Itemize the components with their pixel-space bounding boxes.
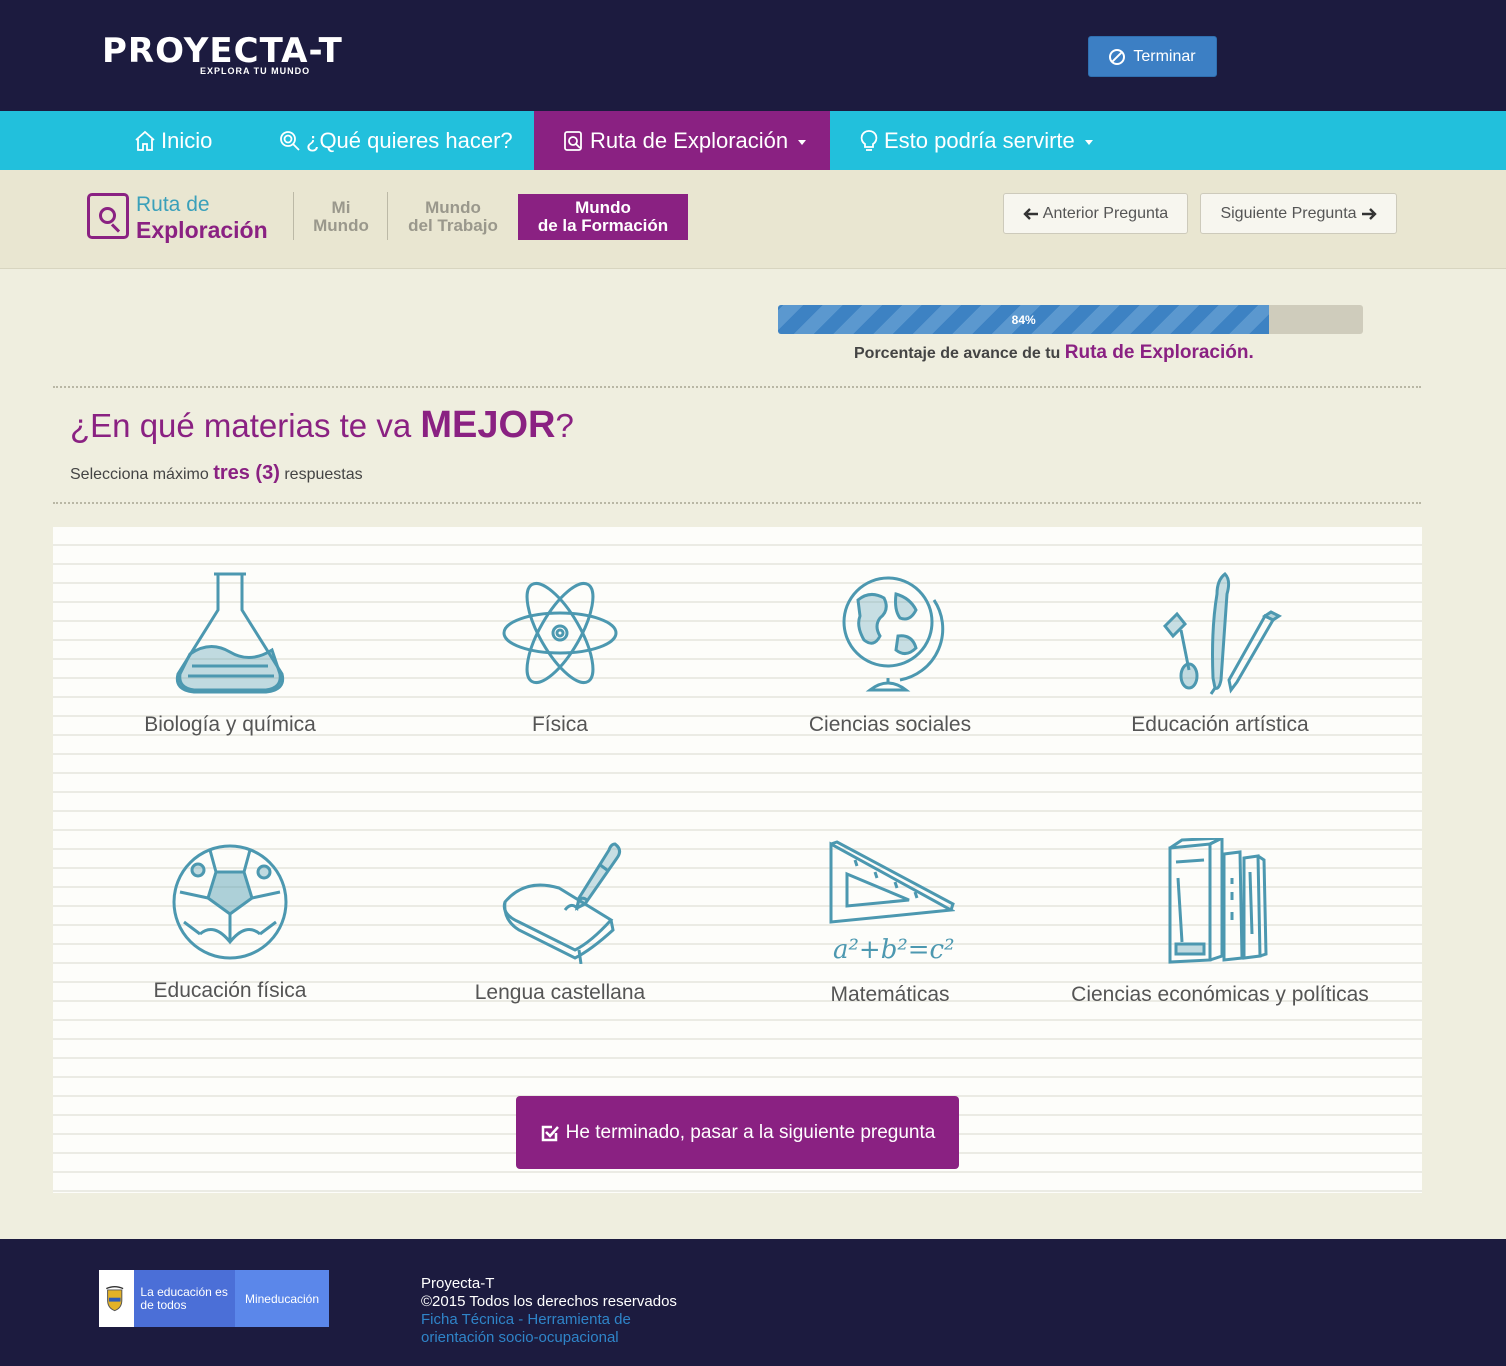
question-title: ¿En qué materias te va MEJOR? <box>70 404 574 446</box>
option-matematicas[interactable]: a²+b²=c² Matemáticas <box>725 840 1055 1006</box>
arrow-right-icon <box>1361 207 1377 220</box>
nav-ruta-exploracion[interactable]: Ruta de Exploración <box>534 111 830 170</box>
ban-icon <box>1109 48 1126 65</box>
divider <box>387 192 388 240</box>
soccer-ball-icon <box>172 844 288 960</box>
dotted-divider <box>53 502 1421 504</box>
search-doc-icon <box>564 130 582 151</box>
home-icon <box>135 130 155 151</box>
globe-icon <box>842 576 945 692</box>
check-square-icon <box>541 1125 559 1141</box>
chevron-down-icon <box>798 139 807 145</box>
proyecta-t-logo[interactable]: PROYECTA-T EXPLORA TU MUNDO <box>102 34 343 76</box>
footer-text: Proyecta-T ©2015 Todos los derechos rese… <box>421 1275 677 1347</box>
main-nav: Inicio ¿Qué quieres hacer? Ruta de Explo… <box>0 111 1506 170</box>
lightbulb-icon <box>860 129 878 151</box>
tab-mundo-de-la-formacion[interactable]: Mundo de la Formación <box>518 194 688 240</box>
terminar-button[interactable]: Terminar <box>1088 36 1217 77</box>
search-icon <box>280 130 300 151</box>
progress-caption: Porcentaje de avance de tu Ruta de Explo… <box>854 342 1254 363</box>
option-educacion-artistica[interactable]: Educación artística <box>1055 570 1385 736</box>
chevron-down-icon <box>1084 139 1093 145</box>
question-instruction: Selecciona máximo tres (3) respuestas <box>70 462 363 484</box>
dotted-divider <box>53 386 1421 388</box>
option-ciencias-sociales[interactable]: Ciencias sociales <box>725 570 1055 736</box>
svg-text:a²+b²=c²: a²+b²=c² <box>833 935 955 965</box>
arrow-left-icon <box>1023 207 1038 220</box>
colombia-shield-icon <box>106 1285 124 1311</box>
top-header: PROYECTA-T EXPLORA TU MUNDO Terminar <box>0 0 1506 111</box>
next-question-button[interactable]: Siguiente Pregunta <box>1200 193 1397 234</box>
book-pen-icon <box>502 842 622 964</box>
books-icon <box>1168 838 1268 964</box>
ruta-title-line1: Ruta de <box>136 193 210 216</box>
flask-icon <box>175 572 285 694</box>
set-square-icon: a²+b²=c² <box>829 840 955 965</box>
nav-esto-podria-servirte[interactable]: Esto podría servirte <box>858 111 1093 170</box>
option-lengua-castellana[interactable]: Lengua castellana <box>395 838 725 1004</box>
option-fisica[interactable]: Física <box>395 570 725 736</box>
finish-question-button[interactable]: He terminado, pasar a la siguiente pregu… <box>516 1096 959 1169</box>
ruta-title-line2: Exploración <box>136 217 268 243</box>
option-biologia-quimica[interactable]: Biología y química <box>65 570 395 736</box>
art-brushes-icon <box>1162 572 1282 695</box>
option-educacion-fisica[interactable]: Educación física <box>65 842 395 1002</box>
ficha-tecnica-link[interactable]: Ficha Técnica - Herramienta de orientaci… <box>421 1311 661 1347</box>
ruta-exploracion-icon <box>87 193 129 239</box>
atom-icon <box>502 581 618 685</box>
mineducacion-logo[interactable]: La educación es de todos Mineducación <box>99 1270 329 1327</box>
tab-mi-mundo[interactable]: Mi Mundo <box>300 194 382 240</box>
progress-bar: 84% <box>778 305 1363 334</box>
option-ciencias-economicas[interactable]: Ciencias económicas y políticas <box>1055 838 1385 1006</box>
nav-que-quieres-hacer[interactable]: ¿Qué quieres hacer? <box>278 111 513 170</box>
progress-fill: 84% <box>778 305 1270 334</box>
divider <box>293 192 294 240</box>
tab-mundo-del-trabajo[interactable]: Mundo del Trabajo <box>395 194 511 240</box>
nav-inicio[interactable]: Inicio <box>133 111 212 170</box>
previous-question-button[interactable]: Anterior Pregunta <box>1003 193 1188 234</box>
